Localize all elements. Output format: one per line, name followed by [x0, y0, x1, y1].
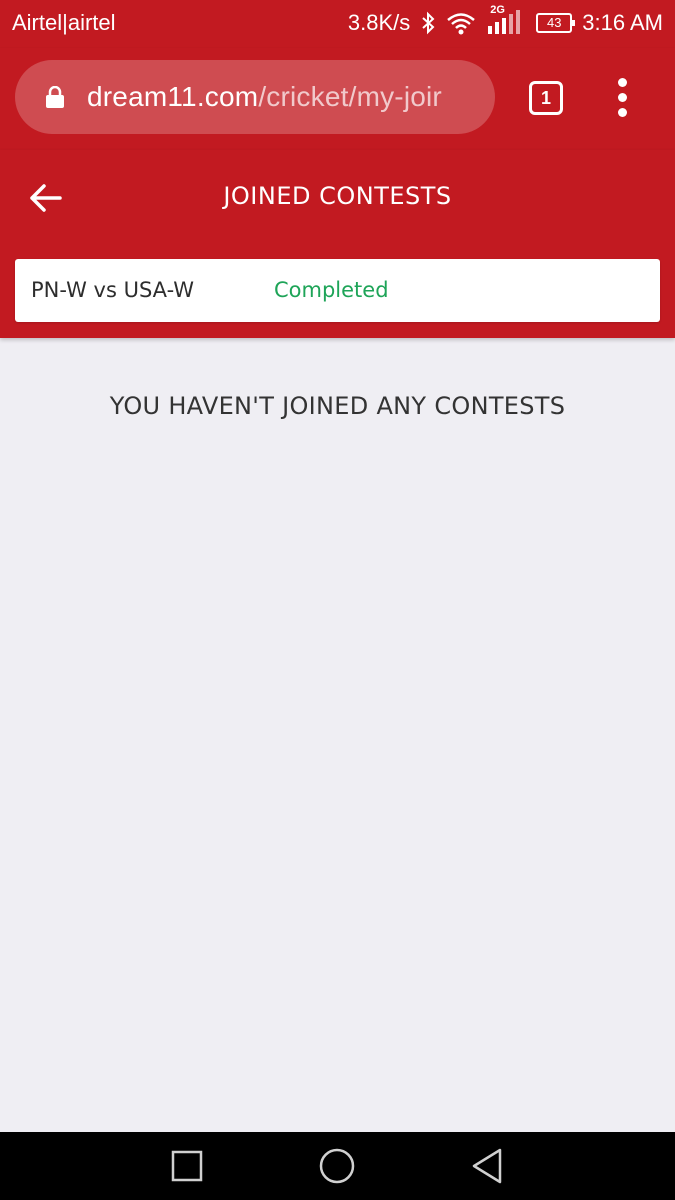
more-options-icon[interactable]: [610, 78, 636, 118]
url-domain: dream11.com: [87, 81, 259, 112]
carrier-name: Airtel|airtel: [12, 10, 116, 35]
menu-dot: [618, 78, 627, 87]
empty-state-message: YOU HAVEN'T JOINED ANY CONTESTS: [109, 392, 566, 420]
match-name: PN-W vs USA-W: [31, 278, 195, 302]
tab-switcher-button[interactable]: 1: [529, 81, 563, 115]
status-indicators: 3.8K/s 2G 43 3:16 AM: [347, 4, 663, 38]
url-text: dream11.com/cricket/my-joir: [87, 81, 442, 113]
signal-icon: [488, 10, 521, 34]
bluetooth-icon: [422, 11, 435, 35]
battery-level: 43: [547, 15, 562, 30]
browser-toolbar: dream11.com/cricket/my-joir 1: [0, 48, 675, 150]
lock-icon: [46, 86, 64, 108]
tab-count: 1: [540, 88, 551, 108]
page-title: JOINED CONTESTS: [223, 182, 452, 210]
url-path: /cricket/my-joir: [258, 81, 442, 112]
back-icon[interactable]: [470, 1147, 506, 1185]
recent-apps-icon[interactable]: [170, 1149, 204, 1183]
match-status-badge: Completed: [274, 278, 389, 302]
match-selector[interactable]: PN-W vs USA-W Completed: [15, 259, 660, 322]
cell-signal: 2G: [486, 4, 526, 38]
wifi-icon: [447, 13, 476, 35]
menu-dot: [618, 108, 627, 117]
network-speed: 3.8K/s: [347, 10, 411, 35]
app-header: JOINED CONTESTS PN-W vs USA-W Completed: [0, 150, 675, 338]
system-navigation-bar: [0, 1132, 675, 1200]
battery-icon: 43: [536, 13, 576, 33]
home-icon[interactable]: [318, 1147, 356, 1185]
menu-dot: [618, 93, 627, 102]
clock: 3:16 AM: [582, 10, 663, 35]
status-bar: Airtel|airtel 3.8K/s 2G 43 3:16 AM: [0, 0, 675, 48]
address-bar[interactable]: dream11.com/cricket/my-joir: [15, 60, 495, 134]
